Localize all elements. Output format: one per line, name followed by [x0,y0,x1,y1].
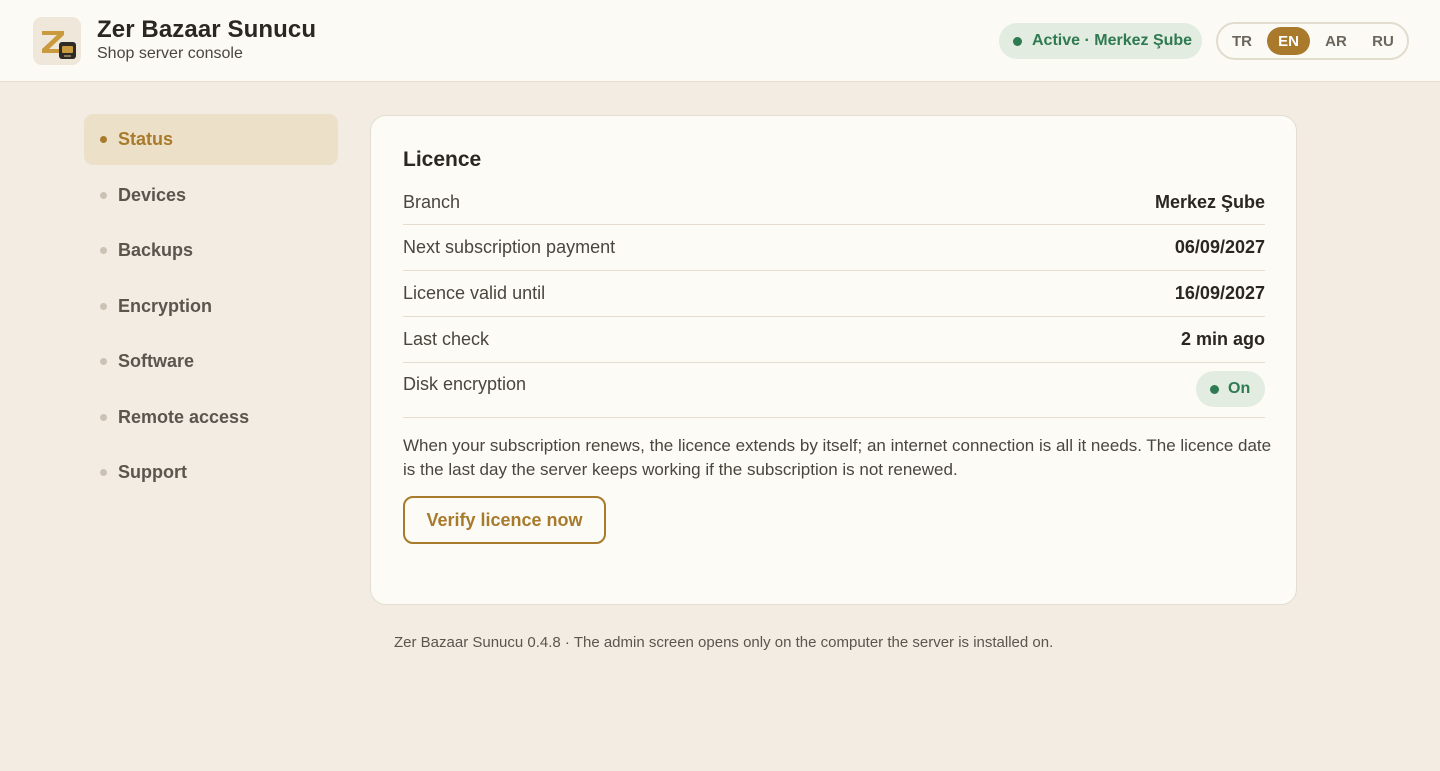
sidebar-item-label: Remote access [118,407,250,427]
sidebar-item-backups[interactable]: Backups [84,225,338,276]
row-label: Last check [403,329,490,349]
licence-row-branch: Branch Merkez Şube [403,179,1265,225]
language-switcher: TR EN AR RU [1216,22,1409,60]
sidebar-item-remote-access[interactable]: Remote access [84,392,338,443]
row-label: Disk encryption [403,374,527,394]
licence-card-title: Licence [403,148,482,171]
language-option-tr[interactable]: TR [1224,27,1260,55]
licence-row-next-payment: Next subscription payment 06/09/2027 [403,225,1265,271]
language-option-en[interactable]: EN [1267,27,1310,55]
sidebar-item-label: Software [118,351,195,371]
status-badge-label: Active · Merkez Şube [1032,32,1193,49]
nav-bullet-icon [100,414,107,421]
row-value: 06/09/2027 [1174,237,1265,257]
top-bar: Zer Bazaar Sunucu Shop server console Ac… [0,0,1440,82]
licence-card: Licence Branch Merkez Şube Next subscrip… [370,115,1297,605]
nav-bullet-icon [100,303,107,310]
app-title: Zer Bazaar Sunucu [97,16,317,43]
language-option-ar[interactable]: AR [1318,27,1354,55]
sidebar-item-label: Support [118,462,187,482]
sidebar-item-devices[interactable]: Devices [84,170,338,221]
licence-note: When your subscription renews, the licen… [403,436,1272,479]
sidebar-item-status[interactable]: Status [84,114,338,165]
sidebar-item-support[interactable]: Support [84,447,338,498]
app-logo-icon [33,17,81,65]
nav-bullet-icon [100,469,107,476]
row-label: Licence valid until [403,283,546,303]
row-value: 2 min ago [1180,329,1265,349]
sidebar-item-encryption[interactable]: Encryption [84,281,338,332]
app-subtitle: Shop server console [97,45,243,62]
sidebar-item-label: Devices [118,185,187,205]
verify-licence-button[interactable]: Verify licence now [403,496,606,544]
nav-bullet-icon [100,192,107,199]
licence-row-disk-encryption: Disk encryption On [403,362,1265,418]
sidebar-item-software[interactable]: Software [84,336,338,387]
row-label: Branch [403,192,461,212]
status-badge: Active · Merkez Şube [999,23,1202,59]
row-value: 16/09/2027 [1174,283,1265,303]
licence-row-last-check: Last check 2 min ago [403,317,1265,363]
row-label: Next subscription payment [403,237,616,257]
sidebar-item-label: Encryption [118,296,213,316]
status-dot-icon [1210,384,1219,394]
licence-row-valid-until: Licence valid until 16/09/2027 [403,271,1265,317]
language-option-ru[interactable]: RU [1365,27,1401,55]
encryption-status-label: On [1228,380,1251,397]
sidebar-item-label: Status [118,129,174,149]
encryption-status-badge: On [1196,371,1265,407]
footer-text: Zer Bazaar Sunucu 0.4.8 · The admin scre… [394,634,1054,651]
status-dot-icon [1013,36,1022,46]
sidebar-item-label: Backups [118,240,194,260]
nav-bullet-icon [100,247,107,254]
nav-bullet-icon [100,136,107,143]
row-value: Merkez Şube [1154,192,1265,212]
nav-bullet-icon [100,358,107,365]
